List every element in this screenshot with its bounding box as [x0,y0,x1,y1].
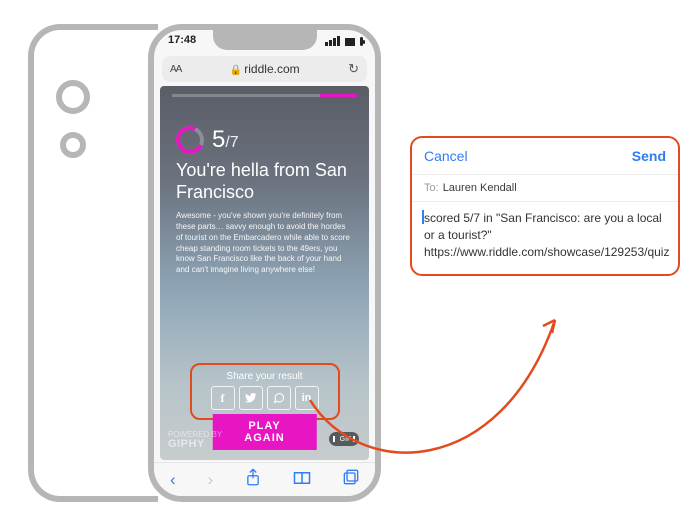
forward-button[interactable]: › [208,470,214,490]
back-button[interactable]: ‹ [170,470,176,490]
cancel-button[interactable]: Cancel [424,148,468,164]
to-label: To: [424,182,439,194]
url-text: riddle.com [244,62,299,76]
quiz-result-card: 5/7 You're hella from San Francisco Awes… [160,86,369,460]
whatsapp-icon[interactable] [267,386,291,410]
status-time: 17:48 [168,34,196,46]
text-cursor-icon [422,210,424,224]
phone-rear-outline [28,24,158,502]
result-headline: You're hella from San Francisco [176,160,353,203]
giphy-watermark: POWERED BYGIPHY [168,431,222,450]
camera-lens-large-icon [56,80,90,114]
address-bar[interactable]: AA 🔒riddle.com ↻ [162,56,367,82]
quiz-progress-bar [172,94,357,97]
bookmarks-button[interactable] [293,470,311,490]
score-ring-icon [176,126,204,154]
to-field[interactable]: To: Lauren Kendall [412,174,678,202]
score-numerator: 5 [212,126,225,153]
share-button[interactable] [245,468,261,491]
text-size-button[interactable]: AA [170,64,181,75]
safari-toolbar: ‹ › [154,462,375,496]
lock-icon: 🔒 [230,65,242,76]
body-line-1: scored 5/7 in "San Francisco: are you a … [424,211,662,242]
battery-icon [360,37,363,46]
send-button[interactable]: Send [632,148,666,164]
score-text: 5/7 [212,126,239,154]
reload-button[interactable]: ↻ [348,61,359,77]
tabs-button[interactable] [343,469,359,490]
notch-icon [213,30,317,50]
mail-compose-panel: Cancel Send To: Lauren Kendall scored 5/7… [410,136,680,276]
play-again-button[interactable]: PLAY AGAIN [212,414,317,450]
score-denominator: /7 [225,134,238,151]
mail-body[interactable]: scored 5/7 in "San Francisco: are you a … [412,202,678,274]
share-result-callout: Share your result f in [190,363,340,420]
twitter-icon[interactable] [239,386,263,410]
gif-badge-icon[interactable]: GIF [329,432,359,446]
camera-lens-small-icon [60,132,86,158]
recipient-name: Lauren Kendall [443,182,517,194]
linkedin-icon[interactable]: in [295,386,319,410]
result-description: Awesome - you've shown you're definitely… [176,211,353,276]
url-label: 🔒riddle.com [181,62,348,76]
cell-signal-icon [325,36,363,46]
share-label: Share your result [192,371,338,382]
body-line-2: https://www.riddle.com/showcase/129253/q… [424,245,669,259]
facebook-icon[interactable]: f [211,386,235,410]
wifi-icon [345,38,355,46]
phone-front: 17:48 AA 🔒riddle.com ↻ 5/7 You're hella … [148,24,381,502]
